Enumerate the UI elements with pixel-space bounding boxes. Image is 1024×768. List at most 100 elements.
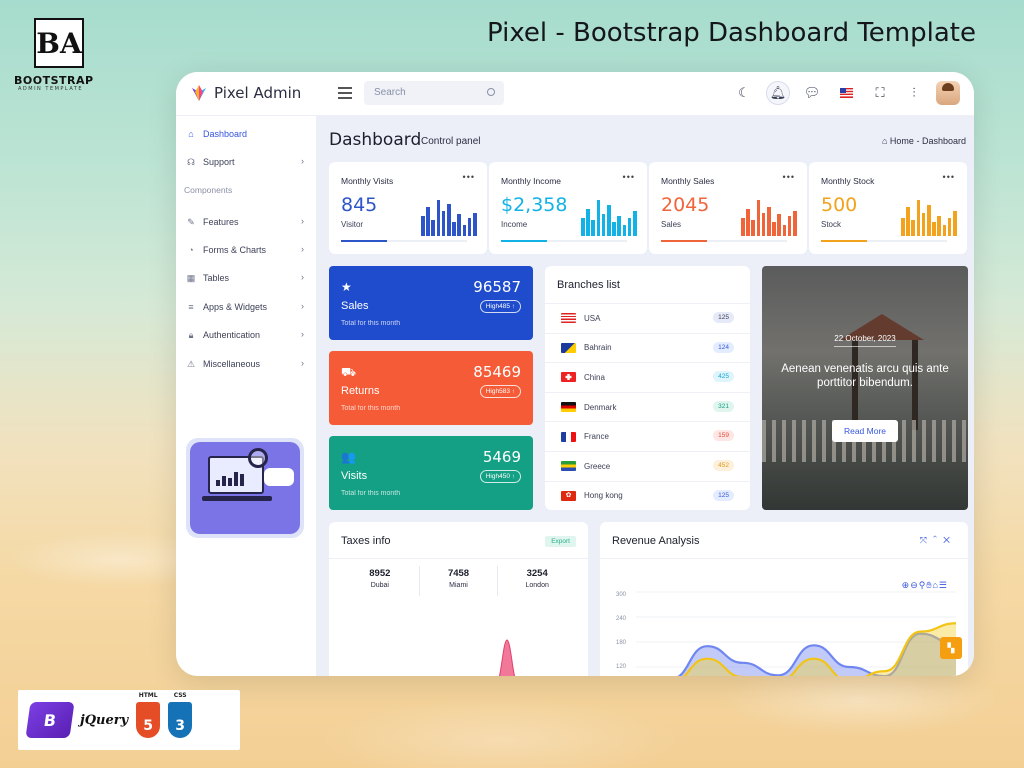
count-badge: 125 xyxy=(713,489,734,501)
breadcrumb-home[interactable]: Home xyxy=(890,136,914,146)
y-tick-label: 240 xyxy=(616,616,627,622)
settings-sliders-icon[interactable]: ⫶ xyxy=(902,81,926,105)
stat-progress-fill xyxy=(341,240,387,242)
stat-progress-fill xyxy=(661,240,707,242)
theme-settings-button[interactable]: ▚ xyxy=(940,637,962,659)
close-icon[interactable]: ✕ xyxy=(943,535,956,545)
spark-bar xyxy=(947,218,952,236)
branches-list-card: Branches list USA 125 Bahrain 124 China … xyxy=(545,266,750,510)
chevron-right-icon: › xyxy=(301,216,304,226)
export-button[interactable]: Export xyxy=(545,536,576,547)
moon-icon[interactable]: ☾ xyxy=(732,81,756,105)
avatar[interactable] xyxy=(936,81,960,105)
list-item[interactable]: China 425 xyxy=(545,362,750,392)
promo-title: Pixel - Bootstrap Dashboard Template xyxy=(487,18,976,48)
spark-bar xyxy=(441,211,446,236)
list-item[interactable]: Bahrain 124 xyxy=(545,332,750,363)
home-icon[interactable]: ⌂ xyxy=(882,136,887,146)
list-item[interactable]: USA 125 xyxy=(545,303,750,333)
branch-country: Denmark xyxy=(584,402,617,412)
kpi-card-sales[interactable]: ★ Sales Total for this month 96587 High4… xyxy=(329,266,533,340)
kpi-card-returns[interactable]: ⛟ Returns Total for this month 85469 Hig… xyxy=(329,351,533,425)
y-tick-label: 180 xyxy=(616,640,627,646)
sidebar-item-label: Authentication xyxy=(203,330,261,340)
revenue-analysis-card: Revenue Analysis ⤧⌃✕ ⊕⊖⚲✋︎⌂☰ 300 240 180… xyxy=(600,522,968,676)
chevron-right-icon: › xyxy=(301,156,304,166)
branch-country: China xyxy=(584,372,605,382)
css3-logo-label: CSS xyxy=(173,692,187,699)
stat-sparkbars xyxy=(901,200,957,236)
list-item[interactable]: Greece 452 xyxy=(545,451,750,481)
bell-icon[interactable]: 🔔︎ xyxy=(766,81,790,105)
chevron-right-icon: › xyxy=(301,244,304,254)
spark-bar xyxy=(633,211,637,236)
spark-bar xyxy=(473,213,477,236)
sidebar-item-label: Dashboard xyxy=(203,129,248,139)
chevron-right-icon: › xyxy=(301,358,304,368)
sidebar-item-dashboard[interactable]: ⌂ Dashboard xyxy=(184,124,308,144)
sidebar-item-features[interactable]: ✎ Features › xyxy=(184,212,308,232)
spark-bar xyxy=(617,216,621,236)
expand-icon[interactable]: ⤧ xyxy=(920,535,933,545)
chat-icon[interactable]: 💬︎ xyxy=(800,81,824,105)
topbar-actions: ☾ 🔔︎ 💬︎ ⛶ ⫶ xyxy=(732,81,960,105)
menu-toggle-icon[interactable] xyxy=(338,87,352,99)
spark-bar xyxy=(627,218,632,236)
spark-bar xyxy=(607,205,611,236)
y-tick-label: 300 xyxy=(616,592,627,598)
branch-country: France xyxy=(584,432,609,442)
sidebar-item-label: Miscellaneous xyxy=(203,359,261,369)
sidebar-item-support[interactable]: ☊ Support › xyxy=(184,152,308,172)
list-item[interactable]: France 159 xyxy=(545,421,750,451)
list-item[interactable]: Denmark 321 xyxy=(545,391,750,422)
spark-bar xyxy=(793,211,797,236)
branch-country: Hong kong xyxy=(584,491,623,501)
more-options-icon[interactable]: ••• xyxy=(943,172,955,182)
card-controls: ⤧⌃✕ xyxy=(920,535,956,546)
stat-label: Monthly Visits xyxy=(341,176,394,186)
kpi-trend-pill: High485 ↑ xyxy=(479,300,521,313)
spark-bar xyxy=(612,222,616,236)
sidebar-item-apps-widgets[interactable]: ≡ Apps & Widgets › xyxy=(184,297,308,317)
search-icon[interactable] xyxy=(487,88,495,96)
stat-card-sales: Monthly Sales ••• 2045 Sales xyxy=(649,162,807,254)
flag-france-icon xyxy=(561,431,576,442)
sidebar-section-components: Components xyxy=(184,185,233,195)
tax-stat: 3254 London xyxy=(498,566,576,596)
flag-us-icon[interactable] xyxy=(834,81,858,105)
collapse-icon[interactable]: ⌃ xyxy=(933,535,943,545)
tax-spike xyxy=(499,639,515,676)
sidebar-item-authentication[interactable]: 🔒︎ Authentication › xyxy=(184,325,308,345)
main-content: Dashboard Control panel ⌂ Home - Dashboa… xyxy=(317,116,974,676)
search-input[interactable]: Search xyxy=(364,81,504,105)
bootstrap-logo-icon: B xyxy=(25,702,75,738)
stat-sparkbars xyxy=(741,200,797,236)
stat-sparkbars xyxy=(421,200,477,236)
headset-icon: ☊ xyxy=(187,156,195,167)
stat-value: 2045 xyxy=(661,194,710,216)
more-options-icon[interactable]: ••• xyxy=(463,172,475,182)
sidebar-item-miscellaneous[interactable]: ⚠ Miscellaneous › xyxy=(184,354,308,374)
jquery-logo: jQuery xyxy=(80,712,129,728)
stat-sparkbars xyxy=(581,200,637,236)
list-item[interactable]: ✿ Hong kong 125 xyxy=(545,480,750,511)
fullscreen-icon[interactable]: ⛶ xyxy=(868,81,892,105)
kpi-sublabel: Total for this month xyxy=(341,320,401,327)
sidebar-item-tables[interactable]: ▦ Tables › xyxy=(184,268,308,288)
app-logo[interactable]: Pixel Admin xyxy=(190,84,301,102)
flag-bosnia-icon xyxy=(561,342,576,353)
more-options-icon[interactable]: ••• xyxy=(623,172,635,182)
spark-bar xyxy=(901,218,905,236)
stat-card-stock: Monthly Stock ••• 500 Stock xyxy=(809,162,967,254)
read-more-button[interactable]: Read More xyxy=(832,420,898,442)
card-title: Branches list xyxy=(557,279,620,291)
sidebar-item-forms-charts[interactable]: ◔ Forms & Charts › xyxy=(184,240,308,260)
stat-progress xyxy=(821,240,947,242)
kpi-card-visits[interactable]: 👥 Visits Total for this month 5469 High4… xyxy=(329,436,533,510)
database-icon: ≡ xyxy=(188,302,194,312)
lock-icon: 🔒︎ xyxy=(188,329,194,340)
stat-progress-fill xyxy=(821,240,867,242)
tax-value: 8952 xyxy=(369,568,391,579)
kpi-label: Returns xyxy=(341,385,380,397)
more-options-icon[interactable]: ••• xyxy=(783,172,795,182)
